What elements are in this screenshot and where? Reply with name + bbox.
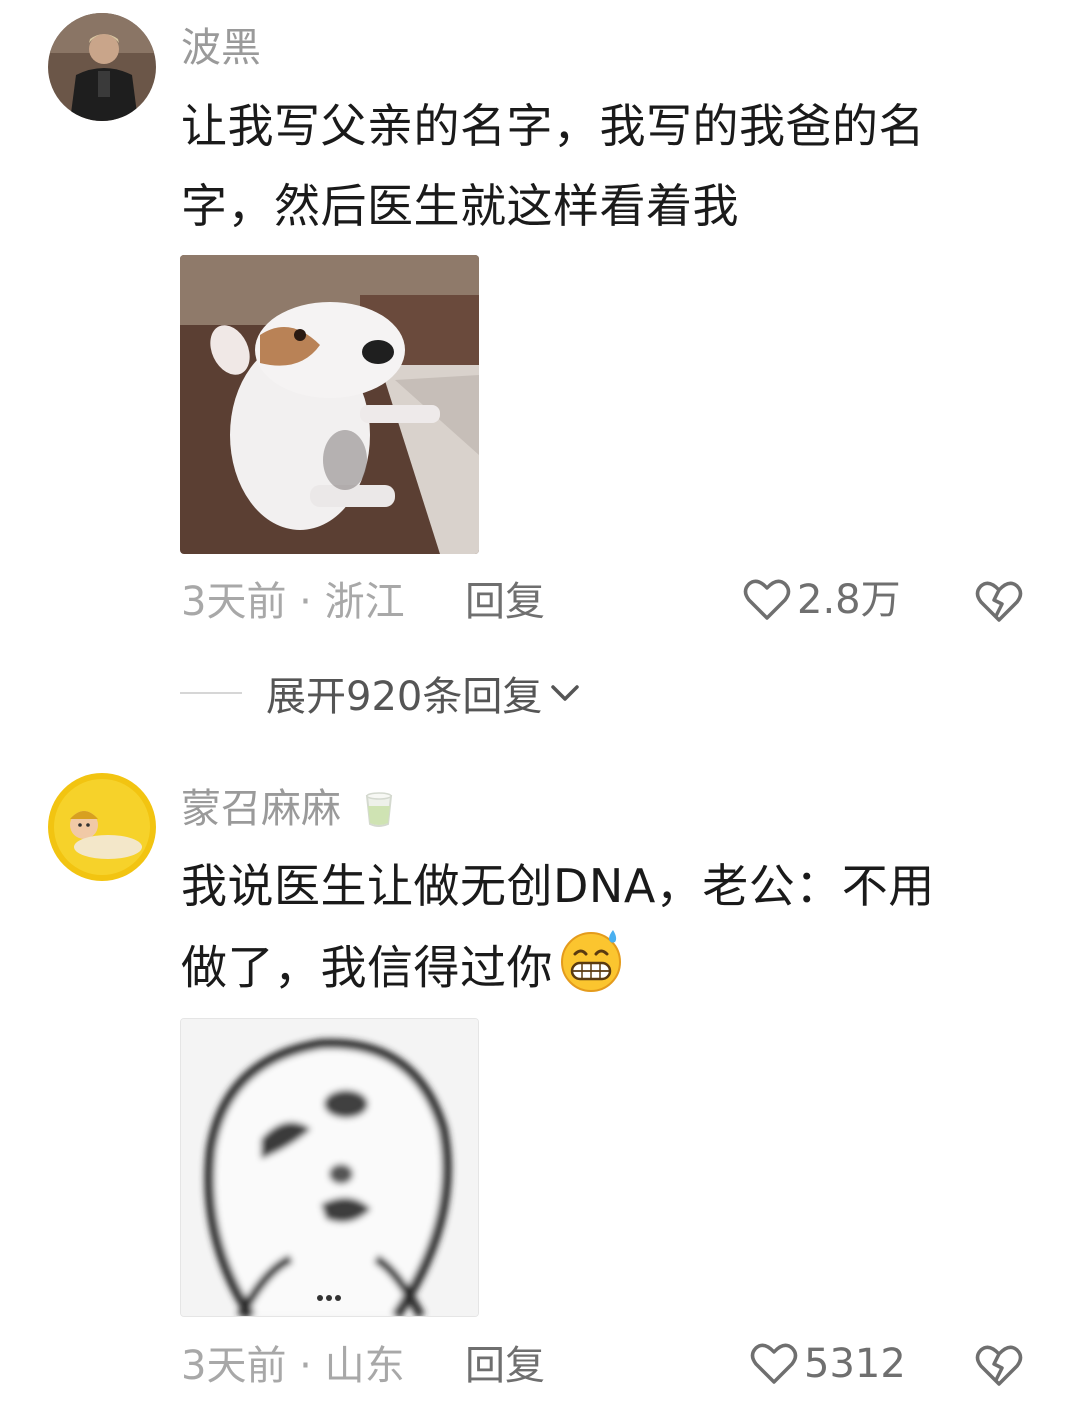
heart-icon: [750, 1343, 798, 1384]
comment-text: 让我写父亲的名字，我写的我爸的名 字，然后医生就这样看着我: [181, 86, 1021, 246]
broken-heart-icon: [975, 1345, 1023, 1386]
like-count: 5312: [804, 1341, 906, 1387]
man-portrait-avatar-icon: [48, 13, 156, 121]
expand-replies-button[interactable]: 展开920条回复: [180, 668, 580, 720]
chevron-down-icon: [551, 685, 580, 701]
divider-line: [180, 692, 242, 694]
expand-replies-label: 展开920条回复: [266, 674, 543, 720]
comment-image[interactable]: [180, 255, 479, 554]
broken-heart-icon: [975, 581, 1023, 622]
comment-text: 我说医生让做无创DNA，老公：不用 做了，我信得过你: [181, 846, 1021, 1016]
heart-icon: [743, 579, 791, 620]
grinning-sweat-emoji-icon: [555, 926, 627, 1016]
username[interactable]: 蒙召麻麻: [181, 788, 398, 829]
comment-text-line: 让我写父亲的名字，我写的我爸的名: [181, 99, 925, 153]
like-count: 2.8万: [797, 577, 901, 623]
comment-text-line: 字，然后医生就这样看着我: [181, 179, 739, 233]
like-button[interactable]: 5312: [750, 1342, 906, 1386]
comment-item: 波黑 让我写父亲的名字，我写的我爸的名 字，然后医生就这样看着我 3天前 · 浙…: [0, 0, 1080, 740]
tea-cup-badge-icon: [365, 792, 392, 827]
comment-text-line: 我说医生让做无创DNA，老公：不用: [181, 859, 935, 913]
dog-meme-image-icon: [180, 255, 479, 554]
username[interactable]: 波黑: [181, 28, 261, 68]
user-avatar[interactable]: [48, 13, 156, 121]
dislike-button[interactable]: [975, 1344, 1023, 1392]
baby-yellow-avatar-icon: [48, 773, 156, 881]
blurry-face-meme-image-icon: [181, 1019, 478, 1316]
comment-image[interactable]: [180, 1018, 479, 1317]
like-button[interactable]: 2.8万: [743, 578, 901, 622]
user-avatar[interactable]: [48, 773, 156, 881]
reply-button[interactable]: 回复: [465, 582, 545, 622]
username-text: 蒙召麻麻: [181, 786, 341, 832]
comment-text-line: 做了，我信得过你: [181, 926, 1021, 1016]
dislike-button[interactable]: [975, 580, 1023, 628]
comment-time-location: 3天前 · 浙江: [181, 579, 405, 625]
comment-text-segment: 做了，我信得过你: [181, 940, 553, 995]
comment-item: 蒙召麻麻 我说医生让做无创DNA，老公：不用 做了，我信得过你 3天前 · 山东…: [0, 760, 1080, 1416]
comment-time-location: 3天前 · 山东: [181, 1343, 405, 1389]
reply-button[interactable]: 回复: [465, 1346, 545, 1386]
